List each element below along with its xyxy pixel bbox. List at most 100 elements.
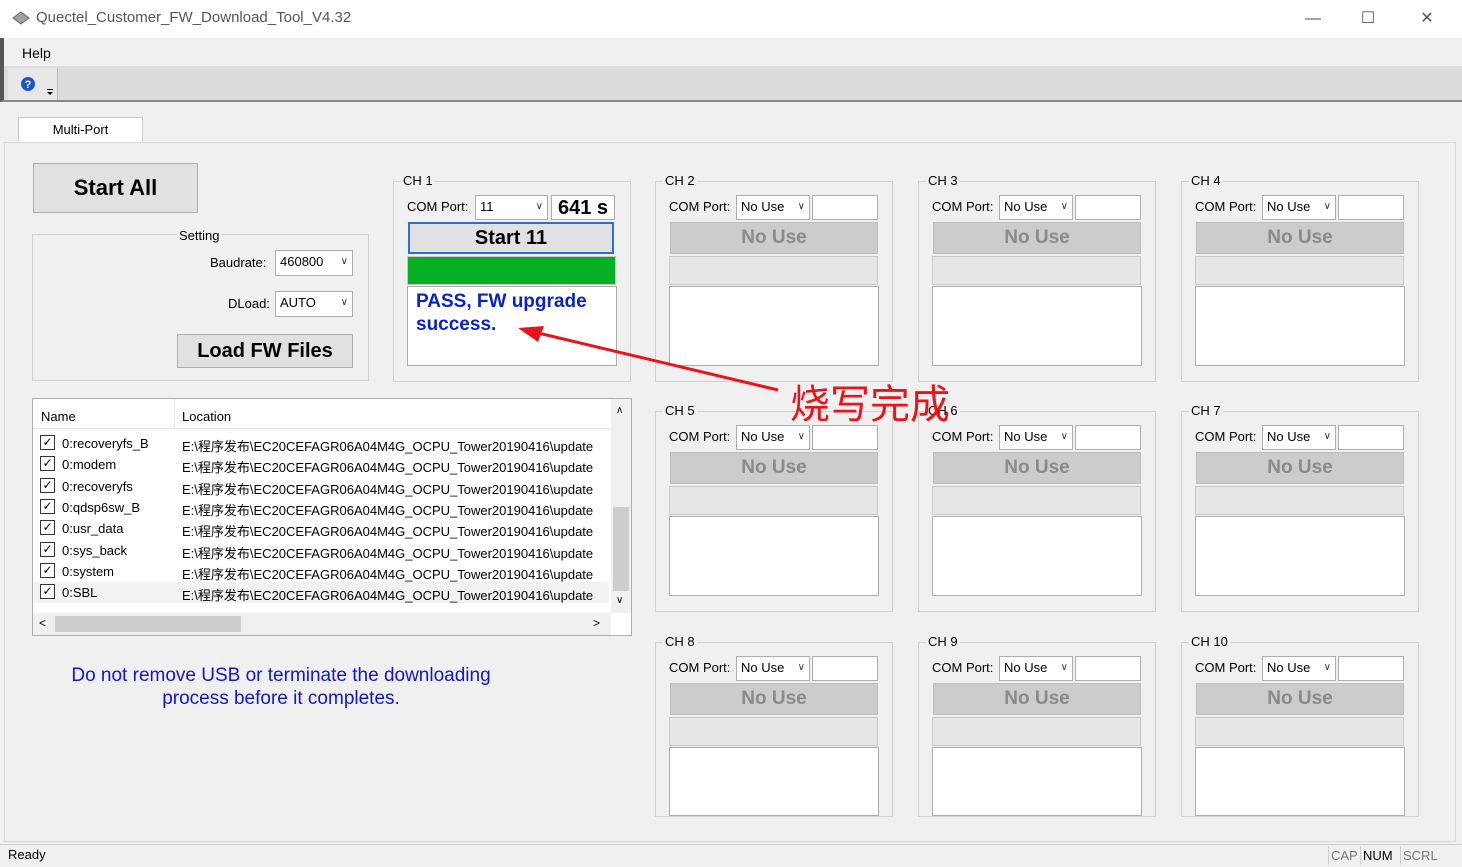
list-item[interactable]: ✓ 0:recoveryfs E:\程序发布\EC20CEFAGR06A04M4G_…: [34, 476, 609, 497]
file-location: E:\程序发布\EC20CEFAGR06A04M4G_OCPU_Tower201…: [182, 588, 594, 604]
channel-message: [669, 747, 879, 816]
status-bar: [0, 844, 1462, 867]
chevron-down-icon: ∨: [1323, 201, 1331, 212]
list-item[interactable]: ✓ 0:system E:\程序发布\EC20CEFAGR06A04M4G_OCPU…: [34, 561, 609, 582]
com-port-label: COM Port:: [1195, 660, 1257, 675]
tab-multi-port[interactable]: Multi-Port: [18, 117, 143, 143]
chevron-down-icon: ∨: [340, 256, 348, 267]
checkbox[interactable]: ✓: [40, 541, 55, 557]
com-port-select[interactable]: No Use ∨: [1262, 656, 1336, 681]
maximize-icon[interactable]: ☐: [1345, 4, 1391, 34]
channel-label: CH 1: [401, 173, 435, 188]
chevron-down-icon: ∨: [1060, 431, 1068, 442]
scroll-up-icon[interactable]: ∧: [616, 405, 623, 416]
channel-start-button[interactable]: No Use: [1196, 683, 1404, 715]
status-num: NUM: [1360, 846, 1398, 865]
channel-start-button[interactable]: Start 11: [408, 222, 614, 254]
elapsed-time: [1338, 425, 1404, 450]
file-name: 0:recoveryfs: [62, 478, 133, 494]
svg-text:?: ?: [25, 79, 32, 91]
com-port-label: COM Port:: [669, 429, 731, 444]
file-list[interactable]: Name Location ✓ 0:recoveryfs_B E:\程序发布\EC2…: [32, 398, 632, 636]
app-icon: [12, 11, 30, 25]
channel-label: CH 7: [1189, 403, 1223, 418]
list-item[interactable]: ✓ 0:SBL E:\程序发布\EC20CEFAGR06A04M4G_OCPU_To…: [34, 582, 609, 604]
com-port-value: No Use: [1267, 660, 1311, 675]
channel-message: [1195, 286, 1405, 366]
channel-start-button[interactable]: No Use: [933, 452, 1141, 484]
checkbox[interactable]: ✓: [40, 520, 55, 536]
load-fw-files-button[interactable]: Load FW Files: [177, 334, 353, 368]
com-port-select[interactable]: No Use ∨: [999, 195, 1073, 220]
baudrate-select[interactable]: 460800 ∨: [275, 250, 353, 276]
channel-progress-bar: [932, 486, 1141, 515]
hscrollbar-thumb[interactable]: [55, 616, 241, 632]
close-icon[interactable]: ✕: [1404, 4, 1450, 34]
scroll-right-icon[interactable]: >: [593, 616, 600, 630]
file-name: 0:usr_data: [62, 521, 124, 537]
file-name: 0:qdsp6sw_B: [62, 499, 141, 515]
annotation-text: 烧写完成: [790, 382, 950, 428]
file-name: 0:system: [62, 563, 115, 579]
toolbar-help-button[interactable]: ?: [8, 68, 58, 100]
horizontal-scrollbar[interactable]: < >: [33, 613, 611, 635]
scrollbar-thumb[interactable]: [613, 507, 629, 591]
channel-start-button[interactable]: No Use: [670, 452, 878, 484]
list-item[interactable]: ✓ 0:sys_back E:\程序发布\EC20CEFAGR06A04M4G_OC…: [34, 540, 609, 561]
chevron-down-icon: ∨: [535, 201, 543, 212]
com-port-value: No Use: [741, 199, 785, 214]
checkbox[interactable]: ✓: [40, 435, 55, 450]
com-port-value: No Use: [1004, 429, 1048, 444]
column-header-location[interactable]: Location: [182, 409, 231, 424]
channel-start-button[interactable]: No Use: [933, 683, 1141, 715]
com-port-value: No Use: [1267, 199, 1311, 214]
list-item[interactable]: ✓ 0:usr_data E:\程序发布\EC20CEFAGR06A04M4G_OC…: [34, 518, 609, 539]
com-port-select[interactable]: No Use ∨: [736, 195, 810, 220]
dropdown-arrow-icon[interactable]: [46, 88, 54, 96]
checkbox[interactable]: ✓: [40, 562, 55, 578]
channel-start-button[interactable]: No Use: [1196, 222, 1404, 254]
scroll-left-icon[interactable]: <: [39, 616, 46, 630]
scroll-down-icon[interactable]: ∨: [616, 595, 623, 606]
progress-fill: [408, 257, 615, 284]
list-item[interactable]: ✓ 0:modem E:\程序发布\EC20CEFAGR06A04M4G_OCPU_…: [34, 454, 609, 475]
com-port-select[interactable]: No Use ∨: [736, 656, 810, 681]
checkbox[interactable]: ✓: [40, 456, 55, 472]
com-port-value: 11: [480, 199, 494, 214]
channel-start-button[interactable]: No Use: [1196, 452, 1404, 484]
dload-select[interactable]: AUTO ∨: [275, 291, 353, 317]
minimize-icon[interactable]: —: [1290, 4, 1336, 34]
channel-progress-bar: [669, 486, 878, 515]
channel-start-button[interactable]: No Use: [670, 683, 878, 715]
menu-bar: [0, 38, 1462, 66]
channel-progress-bar: [669, 256, 878, 285]
channel-progress-bar: [1195, 486, 1404, 515]
com-port-value: No Use: [1004, 660, 1048, 675]
column-header-name[interactable]: Name: [41, 409, 76, 424]
com-port-select[interactable]: No Use ∨: [1262, 195, 1336, 220]
channel-label: CH 9: [926, 634, 960, 649]
com-port-select[interactable]: No Use ∨: [999, 425, 1073, 450]
chevron-down-icon: ∨: [1060, 201, 1068, 212]
channel-start-button[interactable]: No Use: [670, 222, 878, 254]
com-port-select[interactable]: No Use ∨: [999, 656, 1073, 681]
dload-value: AUTO: [280, 295, 316, 310]
elapsed-time: [1338, 195, 1404, 220]
com-port-select[interactable]: No Use ∨: [1262, 425, 1336, 450]
vertical-scrollbar[interactable]: ∧ ∨: [611, 399, 631, 613]
menu-help[interactable]: Help: [22, 45, 51, 61]
list-item[interactable]: ✓ 0:qdsp6sw_B E:\程序发布\EC20CEFAGR06A04M4G_O…: [34, 497, 609, 518]
chevron-down-icon: ∨: [1060, 662, 1068, 673]
file-location: E:\程序发布\EC20CEFAGR06A04M4G_OCPU_Tower201…: [182, 460, 594, 476]
start-all-button[interactable]: Start All: [33, 163, 198, 213]
checkbox[interactable]: ✓: [40, 498, 55, 514]
channel-start-button[interactable]: No Use: [933, 222, 1141, 254]
com-port-select[interactable]: 11 ∨: [475, 195, 548, 220]
warning-text: Do not remove USB or terminate the downl…: [32, 664, 530, 710]
chevron-down-icon: ∨: [797, 201, 805, 212]
checkbox[interactable]: ✓: [40, 584, 55, 600]
checkbox[interactable]: ✓: [40, 477, 55, 493]
channel-message: [669, 516, 879, 596]
list-item[interactable]: ✓ 0:recoveryfs_B E:\程序发布\EC20CEFAGR06A04M4…: [34, 433, 609, 454]
channel-message: [932, 286, 1142, 366]
